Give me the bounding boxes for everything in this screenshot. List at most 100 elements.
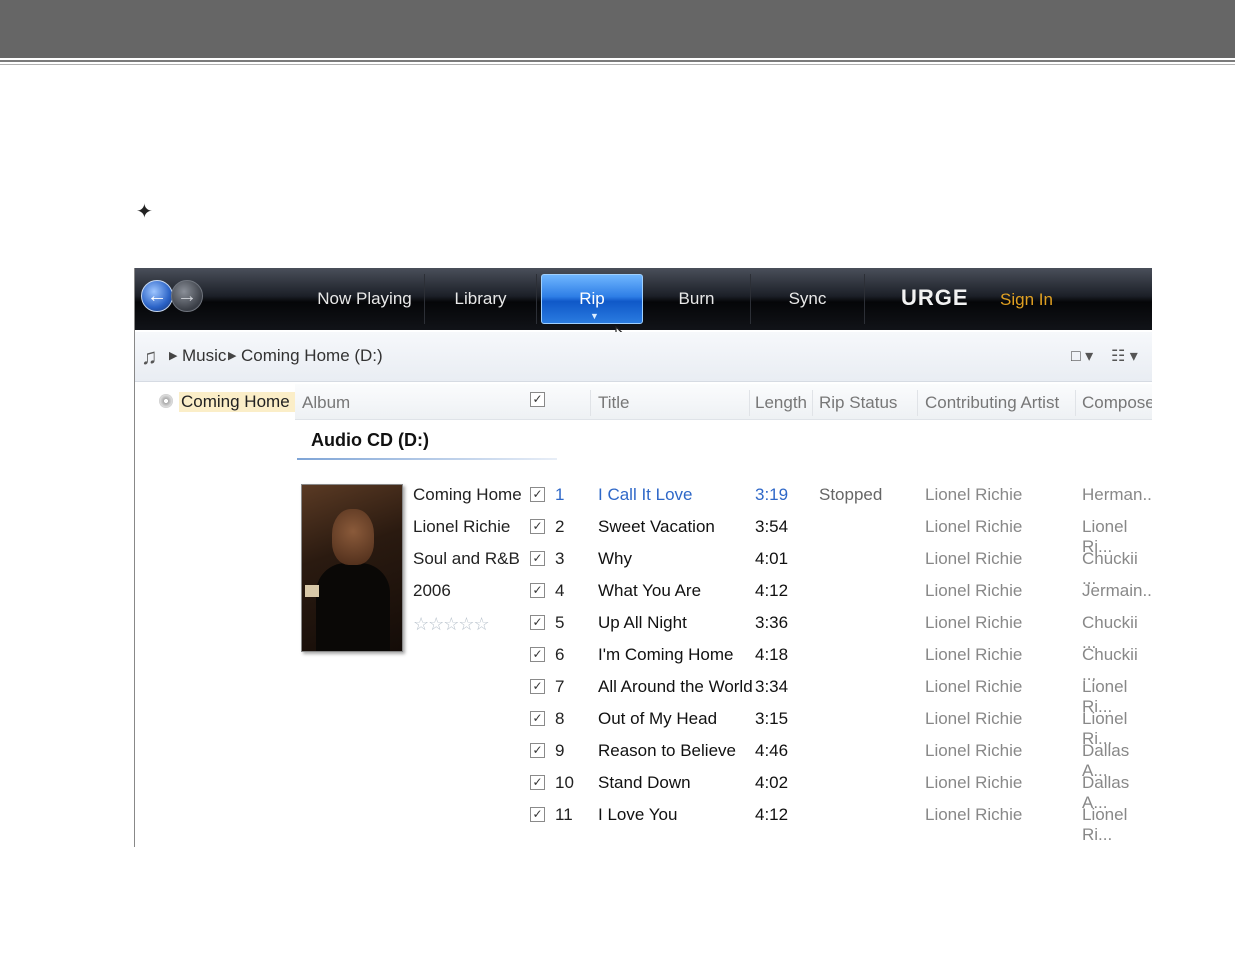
track-row[interactable]: ✓ 1 I Call It Love 3:19 Stopped Lionel Richie… [135, 484, 1152, 516]
track-title[interactable]: Reason to Believe [598, 741, 736, 761]
track-checkbox[interactable]: ✓ [530, 551, 545, 566]
track-number: 2 [555, 517, 565, 536]
urge-logo[interactable]: URGE [901, 285, 969, 311]
track-title[interactable]: I Love You [598, 805, 677, 825]
track-checkbox[interactable]: ✓ [530, 615, 545, 630]
tab-now-playing[interactable]: Now Playing [305, 274, 425, 324]
track-number: 3 [555, 549, 565, 568]
track-length: 4:12 [755, 805, 789, 824]
column-header-row: Album Title Length Rip Status Contributi… [295, 384, 1152, 420]
tab-rip[interactable]: Rip ▼ [541, 274, 643, 324]
track-title[interactable]: Sweet Vacation [598, 517, 715, 537]
column-separator [749, 390, 750, 416]
tab-library[interactable]: Library [425, 274, 537, 324]
track-length: 3:15 [755, 709, 789, 728]
track-checkbox[interactable]: ✓ [530, 679, 545, 694]
track-title[interactable]: Why [598, 549, 632, 569]
track-row[interactable]: ✓ 10 Stand Down 4:02 Lionel Richie Dallas A..… [135, 772, 1152, 812]
track-row[interactable]: ✓ 3 Why 4:01 Lionel Richie Chuckii ... [135, 548, 1152, 588]
track-artist[interactable]: Lionel Richie [925, 613, 1022, 633]
player-toolbar: ← → Now Playing Library Rip ▼ Burn Sync … [135, 268, 1152, 330]
track-row[interactable]: ✓ 2 Sweet Vacation 3:54 Lionel Richie Lionel … [135, 516, 1152, 556]
group-title: Audio CD (D:) [311, 430, 429, 450]
track-length: 4:01 [755, 549, 789, 568]
track-row[interactable]: ✓ 6 I'm Coming Home 4:18 Lionel Richie Chucki… [135, 644, 1152, 684]
track-number: 1 [555, 485, 565, 504]
track-title[interactable]: All Around the World [598, 677, 753, 697]
track-title[interactable]: Stand Down [598, 773, 691, 793]
track-artist[interactable]: Lionel Richie [925, 773, 1022, 793]
track-artist[interactable]: Lionel Richie [925, 485, 1022, 505]
cd-icon [159, 394, 173, 408]
bullet-icon: ✦ [136, 201, 153, 223]
track-length: 4:02 [755, 773, 789, 792]
track-length: 3:36 [755, 613, 789, 632]
column-header-album[interactable]: Album [302, 393, 350, 413]
track-row[interactable]: ✓ 4 What You Are 4:12 Lionel Richie Jermain..… [135, 580, 1152, 612]
sign-in-link[interactable]: Sign In [1000, 290, 1053, 310]
tab-sync[interactable]: Sync [751, 274, 865, 324]
track-artist[interactable]: Lionel Richie [925, 517, 1022, 537]
media-player-window: ← → Now Playing Library Rip ▼ Burn Sync … [134, 268, 1152, 847]
column-header-rip-status[interactable]: Rip Status [819, 393, 897, 413]
track-row[interactable]: ✓ 8 Out of My Head 3:15 Lionel Richie Lionel … [135, 708, 1152, 748]
column-separator [812, 390, 813, 416]
track-title[interactable]: I Call It Love [598, 485, 693, 505]
breadcrumb-music[interactable]: Music [182, 346, 226, 366]
track-checkbox[interactable]: ✓ [530, 519, 545, 534]
track-length: 3:34 [755, 677, 789, 696]
track-checkbox[interactable]: ✓ [530, 647, 545, 662]
track-composer[interactable]: Jermain... [1082, 581, 1152, 601]
track-artist[interactable]: Lionel Richie [925, 581, 1022, 601]
track-row[interactable]: ✓ 7 All Around the World 3:34 Lionel Richie L… [135, 676, 1152, 716]
column-separator [917, 390, 918, 416]
track-composer[interactable]: Herman... [1082, 485, 1152, 505]
track-checkbox[interactable]: ✓ [530, 711, 545, 726]
slide-divider [0, 60, 1235, 65]
track-artist[interactable]: Lionel Richie [925, 549, 1022, 569]
view-options-icon[interactable]: ☷ ▾ [1111, 346, 1138, 366]
group-divider [297, 458, 557, 460]
column-header-length[interactable]: Length [755, 393, 807, 413]
track-checkbox[interactable]: ✓ [530, 807, 545, 822]
track-checkbox[interactable]: ✓ [530, 487, 545, 502]
track-number: 6 [555, 645, 565, 664]
track-rip-status: Stopped [819, 485, 883, 504]
track-row[interactable]: ✓ 11 I Love You 4:12 Lionel Richie Lionel Ri.… [135, 804, 1152, 844]
select-all-checkbox[interactable]: ✓ [530, 392, 545, 407]
track-artist[interactable]: Lionel Richie [925, 741, 1022, 761]
track-number: 11 [555, 805, 573, 824]
track-length: 3:54 [755, 517, 789, 536]
track-artist[interactable]: Lionel Richie [925, 677, 1022, 697]
slide-header-bar [0, 0, 1235, 58]
breadcrumb-arrow-icon[interactable]: ▶ [169, 349, 177, 362]
track-length: 3:19 [755, 485, 789, 504]
track-row[interactable]: ✓ 5 Up All Night 3:36 Lionel Richie Chuckii .… [135, 612, 1152, 652]
track-title[interactable]: Up All Night [598, 613, 687, 633]
track-title[interactable]: Out of My Head [598, 709, 717, 729]
tab-rip-label: Rip [579, 289, 605, 308]
track-checkbox[interactable]: ✓ [530, 743, 545, 758]
track-row[interactable]: ✓ 9 Reason to Believe 4:46 Lionel Richie Dall… [135, 740, 1152, 780]
address-bar: ♫ ▶ Music ▶ Coming Home (D:) □ ▾ ☷ ▾ [135, 332, 1152, 382]
track-title[interactable]: I'm Coming Home [598, 645, 734, 665]
track-title[interactable]: What You Are [598, 581, 701, 601]
tab-burn[interactable]: Burn [643, 274, 751, 324]
track-checkbox[interactable]: ✓ [530, 775, 545, 790]
track-artist[interactable]: Lionel Richie [925, 709, 1022, 729]
breadcrumb-current[interactable]: Coming Home (D:) [241, 346, 383, 366]
column-header-title[interactable]: Title [598, 393, 630, 413]
track-length: 4:12 [755, 581, 789, 600]
column-header-composer[interactable]: Composer [1082, 393, 1152, 413]
forward-arrow-icon[interactable]: → [171, 280, 203, 312]
track-checkbox[interactable]: ✓ [530, 583, 545, 598]
track-artist[interactable]: Lionel Richie [925, 805, 1022, 825]
music-note-icon[interactable]: ♫ [141, 344, 158, 370]
track-composer[interactable]: Lionel Ri... [1082, 805, 1152, 845]
track-artist[interactable]: Lionel Richie [925, 645, 1022, 665]
back-arrow-icon[interactable]: ← [141, 280, 173, 312]
column-header-contributing-artist[interactable]: Contributing Artist [925, 393, 1059, 413]
layout-options-icon[interactable]: □ ▾ [1071, 346, 1093, 366]
breadcrumb-arrow-icon[interactable]: ▶ [228, 349, 236, 362]
chevron-down-icon[interactable]: ▼ [590, 311, 599, 321]
